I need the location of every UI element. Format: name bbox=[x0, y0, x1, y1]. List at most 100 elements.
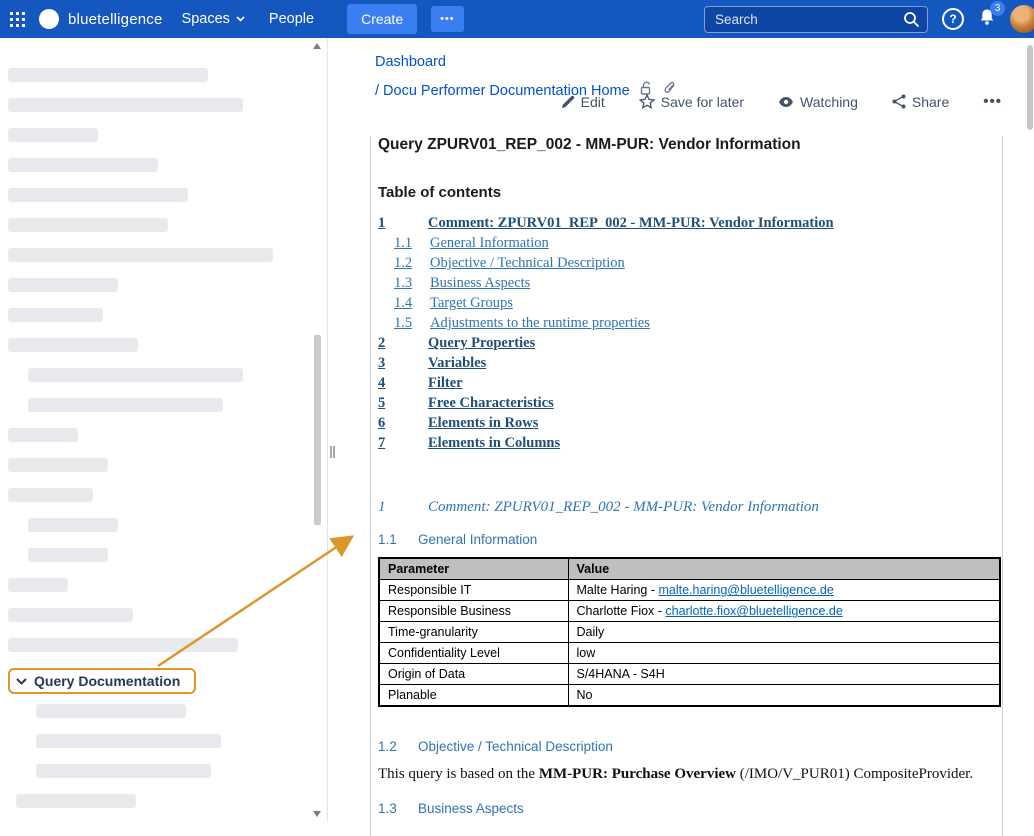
toc-row: 1.4Target Groups bbox=[378, 293, 1002, 313]
toc-number-link[interactable]: 6 bbox=[378, 413, 428, 433]
toc-entry-link[interactable]: Elements in Columns bbox=[428, 433, 560, 453]
toc-number-link[interactable]: 1.4 bbox=[394, 293, 430, 313]
toc-row: 6Elements in Rows bbox=[378, 413, 1002, 433]
table-row: PlanableNo bbox=[379, 685, 1000, 707]
general-information-table: Parameter Value Responsible ITMalte Hari… bbox=[378, 557, 1001, 707]
sidebar-skeleton-item bbox=[8, 278, 118, 292]
nav-people[interactable]: People bbox=[264, 11, 319, 27]
help-icon[interactable]: ? bbox=[942, 8, 964, 30]
toc-number-link[interactable]: 1.1 bbox=[394, 233, 430, 253]
window-scrollbar-thumb[interactable] bbox=[1027, 45, 1033, 130]
watching-button[interactable]: Watching bbox=[772, 93, 864, 111]
info-table-body: Responsible ITMalte Haring - malte.harin… bbox=[379, 580, 1000, 707]
scroll-up-arrow[interactable] bbox=[313, 43, 321, 49]
section-title: Objective / Technical Description bbox=[418, 739, 613, 754]
toc-entry-link[interactable]: Variables bbox=[428, 353, 486, 373]
toc-row: 1Comment: ZPURV01_REP_002 - MM-PUR: Vend… bbox=[378, 213, 1002, 233]
topbar-more-button[interactable]: ••• bbox=[431, 6, 464, 32]
sidebar-skeleton-item bbox=[16, 794, 136, 808]
table-header-row: Parameter Value bbox=[379, 558, 1000, 580]
email-link[interactable]: malte.haring@bluetelligence.de bbox=[658, 583, 833, 597]
toc-number-link[interactable]: 1.2 bbox=[394, 253, 430, 273]
sidebar-skeleton-item bbox=[8, 578, 68, 592]
edit-button[interactable]: Edit bbox=[555, 93, 611, 111]
toc-row: 1.2Objective / Technical Description bbox=[378, 253, 1002, 273]
value-cell: low bbox=[568, 643, 1000, 664]
sidebar-skeleton-item bbox=[8, 308, 103, 322]
toc-entry-link[interactable]: Adjustments to the runtime properties bbox=[430, 313, 650, 333]
brand[interactable]: bluetelligence bbox=[39, 9, 163, 29]
sidebar-scrollbar-thumb[interactable] bbox=[314, 335, 321, 525]
param-cell: Planable bbox=[379, 685, 568, 707]
toc-row: 1.3Business Aspects bbox=[378, 273, 1002, 293]
sidebar-skeleton-item bbox=[8, 128, 98, 142]
notifications-button[interactable]: 3 bbox=[978, 8, 996, 31]
notification-badge: 3 bbox=[990, 1, 1005, 16]
sidebar-item-label: Query Documentation bbox=[34, 673, 180, 689]
search-box bbox=[704, 6, 928, 33]
value-cell: Daily bbox=[568, 622, 1000, 643]
toc-entry-link[interactable]: Comment: ZPURV01_REP_002 - MM-PUR: Vendo… bbox=[428, 213, 834, 233]
section-1-1-heading: 1.1 General Information bbox=[378, 532, 1002, 547]
sidebar-item-query-documentation[interactable]: Query Documentation bbox=[8, 668, 196, 694]
search-input[interactable] bbox=[705, 12, 927, 27]
create-button[interactable]: Create bbox=[347, 4, 417, 34]
section-number: 1 bbox=[378, 499, 428, 516]
toc-row: 4Filter bbox=[378, 373, 1002, 393]
sidebar-skeleton-item bbox=[8, 68, 208, 82]
toc-entry-link[interactable]: Target Groups bbox=[430, 293, 513, 313]
table-row: Time-granularityDaily bbox=[379, 622, 1000, 643]
table-row: Confidentiality Levellow bbox=[379, 643, 1000, 664]
top-navigation-bar: bluetelligence Spaces People Create ••• … bbox=[0, 0, 1034, 38]
save-for-later-button[interactable]: Save for later bbox=[633, 93, 750, 111]
paragraph-text: This query is based on the bbox=[378, 766, 539, 782]
scroll-down-arrow[interactable] bbox=[313, 811, 321, 817]
toc-number-link[interactable]: 1.5 bbox=[394, 313, 430, 333]
toc-entry-link[interactable]: General Information bbox=[430, 233, 549, 253]
breadcrumb: Dashboard / Docu Performer Documentation… bbox=[375, 38, 1034, 100]
breadcrumb-dashboard-link[interactable]: Dashboard bbox=[375, 54, 446, 70]
search-icon[interactable] bbox=[903, 11, 920, 33]
chevron-down-icon bbox=[236, 16, 245, 22]
toc-entry-link[interactable]: Query Properties bbox=[428, 333, 535, 353]
toc-entry-link[interactable]: Free Characteristics bbox=[428, 393, 554, 413]
sidebar-skeleton-item bbox=[8, 338, 138, 352]
section-title: Business Aspects bbox=[418, 801, 524, 816]
sidebar-skeleton-item bbox=[8, 218, 168, 232]
toc-row: 1.1General Information bbox=[378, 233, 1002, 253]
toc-number-link[interactable]: 1.3 bbox=[394, 273, 430, 293]
toc-number-link[interactable]: 4 bbox=[378, 373, 428, 393]
toc-entry-link[interactable]: Business Aspects bbox=[430, 273, 530, 293]
section-title: Comment: ZPURV01_REP_002 - MM-PUR: Vendo… bbox=[428, 499, 819, 516]
sidebar-skeleton-item bbox=[8, 608, 133, 622]
value-cell: Malte Haring - malte.haring@bluetelligen… bbox=[568, 580, 1000, 601]
sidebar-skeleton-item bbox=[28, 518, 118, 532]
toc-entry-link[interactable]: Elements in Rows bbox=[428, 413, 538, 433]
section-1-2-heading: 1.2 Objective / Technical Description bbox=[378, 739, 1002, 754]
app-switcher-icon[interactable] bbox=[10, 12, 25, 27]
share-icon bbox=[892, 94, 906, 109]
brand-logo-icon bbox=[39, 9, 59, 29]
toc-number-link[interactable]: 1 bbox=[378, 213, 428, 233]
value-cell: Charlotte Fiox - charlotte.fiox@bluetell… bbox=[568, 601, 1000, 622]
toc-number-link[interactable]: 7 bbox=[378, 433, 428, 453]
user-avatar[interactable] bbox=[1010, 5, 1034, 33]
page-content: Dashboard / Docu Performer Documentation… bbox=[328, 38, 1034, 822]
paragraph-text: (/IMO/V_PUR01) CompositeProvider. bbox=[736, 766, 973, 782]
toc-entry-link[interactable]: Objective / Technical Description bbox=[430, 253, 625, 273]
provider-name: MM-PUR: Purchase Overview bbox=[539, 766, 736, 782]
section-number: 1.1 bbox=[378, 532, 418, 547]
toc-row: 1.5Adjustments to the runtime properties bbox=[378, 313, 1002, 333]
share-button[interactable]: Share bbox=[886, 93, 955, 111]
toc-number-link[interactable]: 2 bbox=[378, 333, 428, 353]
toc-entry-link[interactable]: Filter bbox=[428, 373, 463, 393]
page-more-button[interactable]: ••• bbox=[977, 92, 1008, 111]
email-link[interactable]: charlotte.fiox@bluetelligence.de bbox=[665, 604, 842, 618]
sidebar-skeleton-item bbox=[36, 734, 221, 748]
toc-number-link[interactable]: 5 bbox=[378, 393, 428, 413]
chevron-down-icon bbox=[16, 678, 27, 685]
nav-spaces[interactable]: Spaces bbox=[177, 11, 250, 27]
document-page: Query ZPURV01_REP_002 - MM-PUR: Vendor I… bbox=[370, 136, 1003, 836]
section-title: General Information bbox=[418, 532, 537, 547]
toc-number-link[interactable]: 3 bbox=[378, 353, 428, 373]
